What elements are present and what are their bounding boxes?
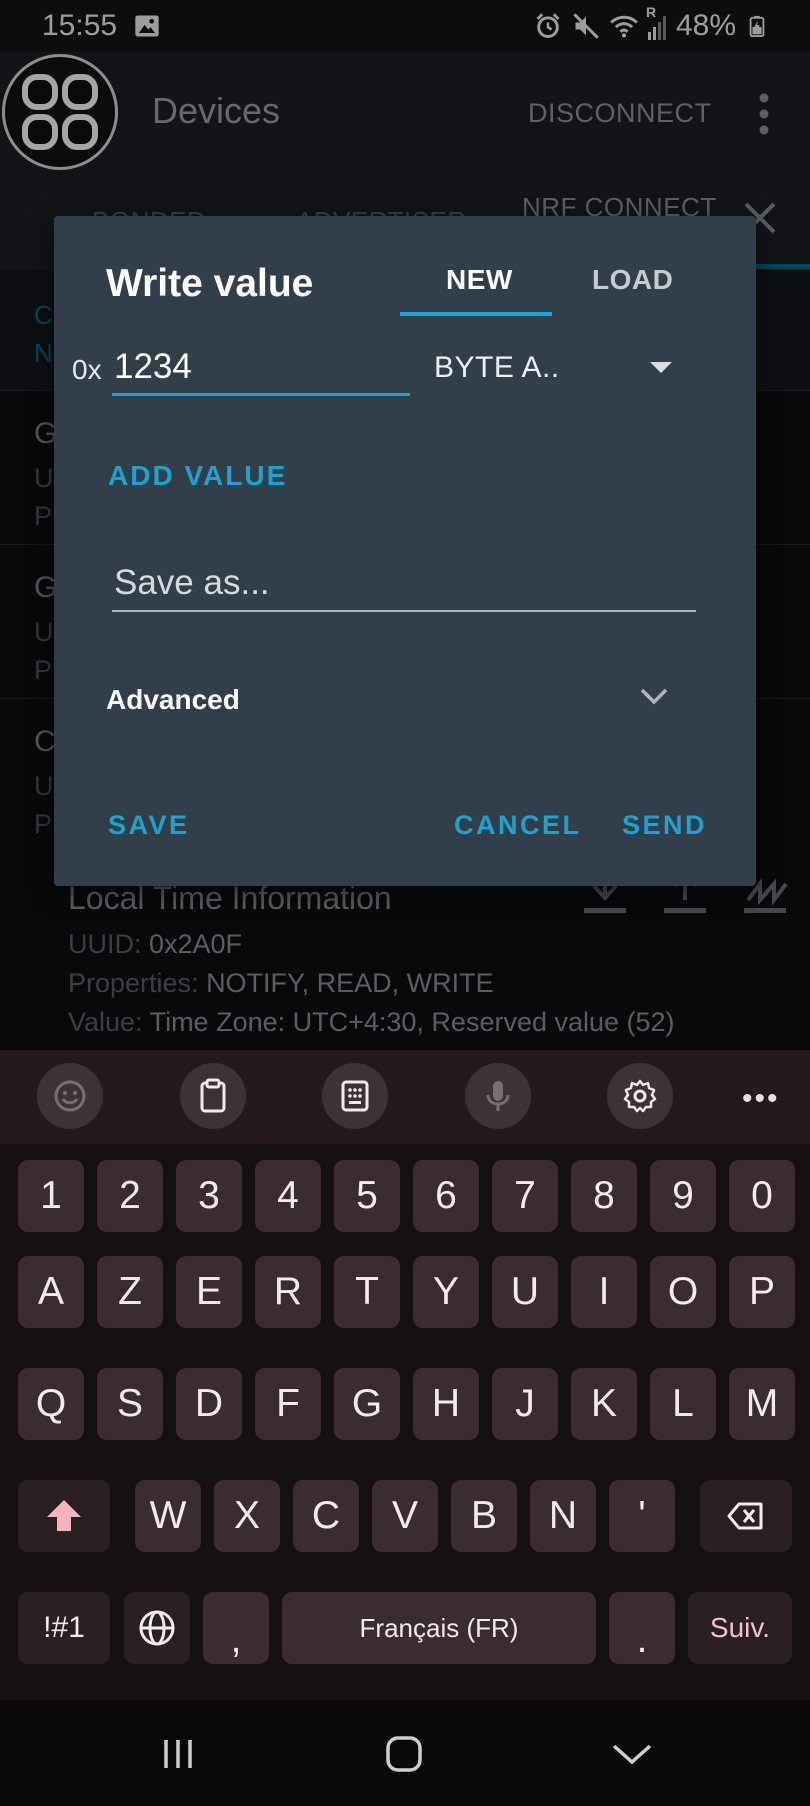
- key-a[interactable]: A: [18, 1256, 84, 1328]
- soft-keyboard: ••• 1 2 3 4 5 6 7 8 9 0 A Z E R T Y U I …: [0, 1050, 810, 1700]
- key-d[interactable]: D: [176, 1368, 242, 1440]
- cancel-button[interactable]: CANCEL: [454, 810, 582, 841]
- keyboard-more-button[interactable]: •••: [742, 1082, 780, 1116]
- system-nav-bar: [0, 1700, 810, 1806]
- dialog-title: Write value: [106, 262, 314, 305]
- key-5[interactable]: 5: [334, 1160, 400, 1232]
- key-9[interactable]: 9: [650, 1160, 716, 1232]
- key-v[interactable]: V: [372, 1480, 438, 1552]
- recent-apps-icon[interactable]: [154, 1730, 202, 1778]
- tab-new[interactable]: NEW: [446, 264, 513, 296]
- key-y[interactable]: Y: [413, 1256, 479, 1328]
- backspace-key[interactable]: [700, 1480, 792, 1552]
- microphone-icon: [486, 1081, 510, 1111]
- key-o[interactable]: O: [650, 1256, 716, 1328]
- language-key[interactable]: [124, 1592, 190, 1664]
- key-x[interactable]: X: [214, 1480, 280, 1552]
- add-value-button[interactable]: ADD VALUE: [108, 460, 287, 492]
- advanced-label: Advanced: [106, 684, 240, 715]
- shift-key[interactable]: [18, 1480, 110, 1552]
- value-input[interactable]: [112, 340, 410, 396]
- comma-key[interactable]: ,: [203, 1592, 269, 1664]
- gear-icon: [623, 1079, 657, 1113]
- key-c[interactable]: C: [293, 1480, 359, 1552]
- symbols-key[interactable]: !#1: [18, 1592, 110, 1664]
- key-h[interactable]: H: [413, 1368, 479, 1440]
- dialog-tab-indicator: [400, 312, 552, 316]
- key-8[interactable]: 8: [571, 1160, 637, 1232]
- next-key[interactable]: Suiv.: [688, 1592, 792, 1664]
- advanced-toggle[interactable]: Advanced: [54, 668, 756, 728]
- backspace-icon: [727, 1502, 763, 1530]
- key-e[interactable]: E: [176, 1256, 242, 1328]
- key-g[interactable]: G: [334, 1368, 400, 1440]
- key-2[interactable]: 2: [97, 1160, 163, 1232]
- key-t[interactable]: T: [334, 1256, 400, 1328]
- key-j[interactable]: J: [492, 1368, 558, 1440]
- key-3[interactable]: 3: [176, 1160, 242, 1232]
- key-k[interactable]: K: [571, 1368, 637, 1440]
- value-type-select[interactable]: BYTE A..: [434, 340, 674, 396]
- key-apostrophe[interactable]: ': [609, 1480, 675, 1552]
- send-button[interactable]: SEND: [622, 810, 707, 841]
- key-l[interactable]: L: [650, 1368, 716, 1440]
- shift-icon: [47, 1500, 81, 1531]
- key-f[interactable]: F: [255, 1368, 321, 1440]
- key-z[interactable]: Z: [97, 1256, 163, 1328]
- key-1[interactable]: 1: [18, 1160, 84, 1232]
- keyboard-settings-button[interactable]: [607, 1063, 673, 1129]
- clipboard-icon: [200, 1078, 226, 1113]
- hex-prefix: 0x: [72, 354, 102, 385]
- value-type-selected: BYTE A..: [434, 351, 560, 384]
- key-r[interactable]: R: [255, 1256, 321, 1328]
- key-b[interactable]: B: [451, 1480, 517, 1552]
- screen: 15:55 R 48% Devices DISCONNECT NRF CONNE…: [0, 0, 810, 1806]
- home-icon[interactable]: [380, 1730, 428, 1778]
- key-i[interactable]: I: [571, 1256, 637, 1328]
- period-key[interactable]: .: [609, 1592, 675, 1664]
- chevron-down-icon: [640, 688, 668, 705]
- emoji-button[interactable]: [37, 1063, 103, 1129]
- keyboard-mode-button[interactable]: [322, 1063, 388, 1129]
- emoji-icon: [54, 1080, 86, 1112]
- key-4[interactable]: 4: [255, 1160, 321, 1232]
- key-7[interactable]: 7: [492, 1160, 558, 1232]
- key-u[interactable]: U: [492, 1256, 558, 1328]
- keyboard-toolbar: •••: [0, 1050, 810, 1144]
- key-n[interactable]: N: [530, 1480, 596, 1552]
- voice-input-button[interactable]: [465, 1063, 531, 1129]
- space-key[interactable]: Français (FR): [282, 1592, 596, 1664]
- key-m[interactable]: M: [729, 1368, 795, 1440]
- key-s[interactable]: S: [97, 1368, 163, 1440]
- write-value-dialog: Write value NEW LOAD 0x BYTE A.. ADD VAL…: [54, 216, 756, 886]
- tab-load[interactable]: LOAD: [592, 264, 673, 296]
- clipboard-button[interactable]: [180, 1063, 246, 1129]
- save-as-input[interactable]: [112, 556, 696, 612]
- back-chevron-down-icon[interactable]: [608, 1730, 656, 1778]
- key-6[interactable]: 6: [413, 1160, 479, 1232]
- keypad-icon: [341, 1080, 369, 1112]
- key-0[interactable]: 0: [729, 1160, 795, 1232]
- globe-icon: [139, 1610, 175, 1646]
- key-p[interactable]: P: [729, 1256, 795, 1328]
- save-button[interactable]: SAVE: [108, 810, 190, 841]
- key-w[interactable]: W: [135, 1480, 201, 1552]
- key-q[interactable]: Q: [18, 1368, 84, 1440]
- dropdown-arrow-icon: [650, 362, 672, 373]
